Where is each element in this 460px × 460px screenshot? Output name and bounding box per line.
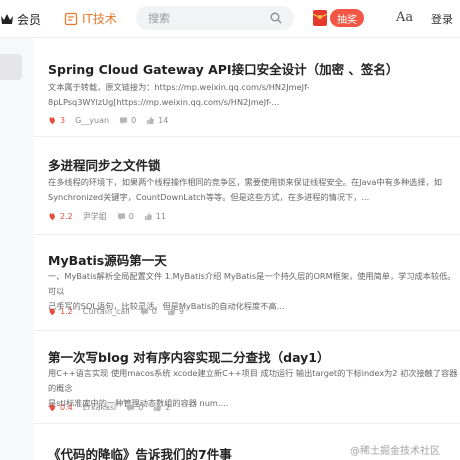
comment-count[interactable]: 0 (140, 307, 157, 316)
thumbs-up-icon (144, 212, 152, 220)
article-summary: 在多线程的环境下，如果两个线程操作相同的竞争区，需要使用锁来保证线程安全。在Ja… (48, 177, 442, 202)
hot-score: 1.2 (48, 307, 73, 316)
article-item[interactable]: 第一次写blog 对有序内容实现二分查找（day1） 用C++语言实现 使用ma… (34, 331, 460, 424)
like-value: 14 (158, 115, 169, 125)
sidebar (0, 38, 22, 460)
hot-value: 0.4 (60, 402, 73, 412)
hot-value: 1.2 (60, 306, 73, 316)
comment-value: 0 (138, 402, 144, 412)
search-box[interactable] (136, 6, 294, 30)
article-meta: 3 G__yuan 0 14 (48, 114, 178, 126)
article-title[interactable]: Spring Cloud Gateway API接口安全设计（加密 、签名） (48, 59, 458, 78)
comment-icon (140, 307, 148, 316)
comment-icon (127, 403, 135, 412)
thumbs-up-icon (147, 116, 155, 124)
like-value: 9 (178, 306, 184, 316)
hot-icon (49, 307, 55, 315)
it-tech-tab[interactable]: IT技术 (64, 10, 117, 27)
top-header: 会员 IT技术 抽奖 Aa 登录 (0, 0, 460, 38)
article-summary: 文本属于转载，原文链接为：https://mp.weixin.qq.com/s/… (48, 82, 310, 107)
comment-count[interactable]: 0 (126, 403, 143, 412)
comment-count[interactable]: 0 (119, 116, 136, 125)
hot-value: 2.2 (60, 211, 73, 221)
comment-value: 0 (131, 115, 137, 125)
author-name[interactable]: 尹学姐 (83, 211, 107, 222)
login-button[interactable]: 登录 (431, 11, 453, 27)
author-name[interactable]: Curtain_call (83, 307, 130, 316)
article-meta: 1.2 Curtain_call 0 9 (48, 305, 194, 317)
hot-icon (49, 403, 55, 411)
hot-score: 2.2 (48, 212, 73, 221)
article-meta: 2.2 尹学姐 0 11 (48, 210, 176, 222)
comment-value: 0 (151, 306, 157, 316)
search-icon[interactable] (270, 12, 282, 24)
article-item[interactable]: 多进程同步之文件锁 在多线程的环境下，如果两个线程操作相同的竞争区，需要使用锁来… (34, 137, 460, 235)
article-title[interactable]: 第一次写blog 对有序内容实现二分查找（day1） (48, 347, 458, 366)
comment-icon (117, 212, 125, 221)
lottery-entry[interactable]: 抽奖 (312, 8, 368, 28)
document-icon (64, 12, 78, 25)
search-input[interactable] (148, 11, 268, 25)
vip-label: 会员 (17, 12, 42, 27)
article-title[interactable]: 多进程同步之文件锁 (48, 155, 458, 174)
article-feed: Spring Cloud Gateway API接口安全设计（加密 、签名） 文… (34, 38, 460, 460)
sidebar-item-active[interactable] (0, 54, 22, 80)
comment-value: 0 (128, 211, 134, 221)
red-envelope-icon (312, 10, 328, 26)
article-item[interactable]: Spring Cloud Gateway API接口安全设计（加密 、签名） 文… (34, 38, 460, 137)
it-tech-label: IT技术 (82, 12, 117, 26)
hot-score: 0.4 (48, 403, 73, 412)
author-name[interactable]: Erkakasi (83, 403, 117, 412)
thumbs-up-icon (154, 403, 162, 411)
author-name[interactable]: G__yuan (75, 116, 109, 125)
like-value: 11 (155, 211, 167, 221)
crown-icon (1, 14, 13, 24)
like-count[interactable]: 9 (167, 307, 184, 316)
like-count[interactable]: 11 (144, 212, 166, 221)
hot-score: 3 (48, 116, 65, 125)
article-item[interactable]: MyBatis源码第一天 一、MyBatis解析全局配置文件 1.MyBatis… (34, 235, 460, 331)
vip-link[interactable]: 会员 (0, 10, 41, 28)
thumbs-up-icon (167, 307, 175, 315)
article-title[interactable]: MyBatis源码第一天 (48, 250, 458, 269)
comment-icon (119, 116, 128, 125)
hot-icon (49, 116, 55, 124)
comment-count[interactable]: 0 (117, 212, 134, 221)
article-meta: 0.4 Erkakasi 0 2 (48, 401, 180, 413)
lottery-button[interactable]: 抽奖 (330, 9, 364, 27)
hot-value: 3 (60, 115, 66, 125)
like-value: 2 (165, 402, 171, 412)
font-size-toggle[interactable]: Aa (396, 10, 413, 25)
watermark: @稀土掘金技术社区 (350, 446, 440, 457)
like-count[interactable]: 2 (153, 403, 170, 412)
like-count[interactable]: 14 (146, 116, 168, 125)
hot-icon (49, 212, 55, 220)
